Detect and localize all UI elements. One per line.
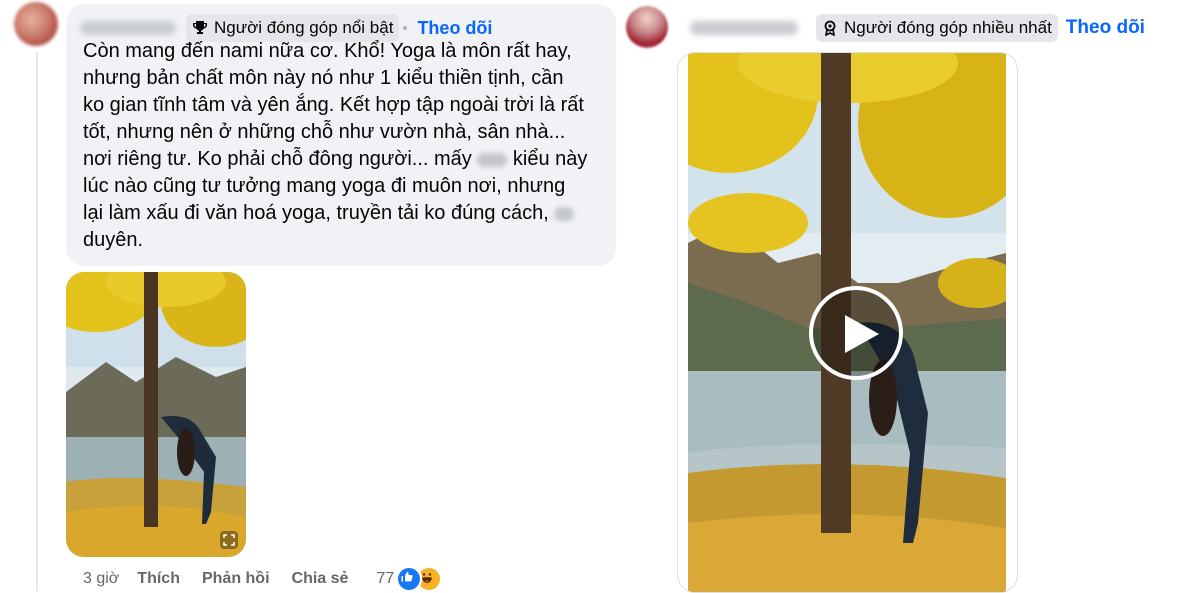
comment-actions: 3 giờ Thích Phản hồi Chia sẻ 77 (83, 566, 443, 592)
comment-line: nơi riêng tư. Ko phải chỗ đông người... … (83, 146, 603, 173)
reply-button[interactable]: Phản hồi (202, 570, 270, 588)
video-attachment[interactable] (677, 52, 1018, 593)
badge-label: Người đóng góp nổi bật (214, 18, 394, 37)
video-frame (688, 53, 1006, 592)
comment-line: ko gian tĩnh tâm và yên ắng. Kết hợp tập… (83, 94, 584, 116)
timestamp[interactable]: 3 giờ (83, 570, 119, 588)
comment-segment: kiểu này (512, 148, 588, 170)
expand-icon[interactable] (220, 531, 238, 549)
comment-text: Còn mang đến nami nữa cơ. Khổ! Yoga là m… (83, 38, 603, 254)
badge-label: Người đóng góp nhiều nhất (844, 18, 1052, 37)
video-thumbnail[interactable] (66, 272, 246, 557)
medal-icon (824, 20, 836, 36)
reaction-summary[interactable]: 77 (376, 566, 443, 592)
comment-header: Người đóng góp nhiều nhất Theo dõi (690, 14, 1145, 42)
author-name-blurred[interactable] (80, 21, 176, 35)
reaction-count: 77 (376, 570, 395, 587)
follow-button[interactable]: Theo dõi (417, 18, 492, 39)
like-button[interactable]: Thích (137, 570, 180, 588)
trophy-icon (193, 21, 207, 34)
thread-line (36, 52, 38, 591)
like-icon (396, 566, 423, 592)
comment-line: lúc nào cũng tư tưởng mang yoga đi muôn … (83, 175, 566, 197)
censored-word (477, 152, 508, 167)
avatar[interactable] (626, 6, 668, 48)
play-button[interactable] (809, 286, 903, 380)
censored-word (554, 206, 575, 221)
top-contributor-badge[interactable]: Người đóng góp nhiều nhất (816, 14, 1058, 42)
yoga-scene-image (66, 272, 246, 557)
comment-segment: nơi riêng tư. Ko phải chỗ đông người... … (83, 148, 472, 170)
play-icon (845, 315, 879, 353)
comment-line: nhưng bản chất môn này nó như 1 kiểu thi… (83, 67, 564, 89)
author-name-blurred[interactable] (690, 21, 798, 35)
comment-line: Còn mang đến nami nữa cơ. Khổ! Yoga là m… (83, 40, 572, 62)
comment-line: lại làm xấu đi văn hoá yoga, truyền tải … (83, 200, 603, 227)
comment-line: tốt, nhưng nên ở những chỗ như vườn nhà,… (83, 121, 566, 143)
follow-button[interactable]: Theo dõi (1066, 17, 1145, 39)
comment-line: duyên. (83, 229, 144, 251)
share-button[interactable]: Chia sẻ (292, 570, 349, 588)
separator-dot (403, 26, 408, 30)
comment-segment: lại làm xấu đi văn hoá yoga, truyền tải … (83, 202, 549, 224)
avatar[interactable] (14, 2, 58, 46)
